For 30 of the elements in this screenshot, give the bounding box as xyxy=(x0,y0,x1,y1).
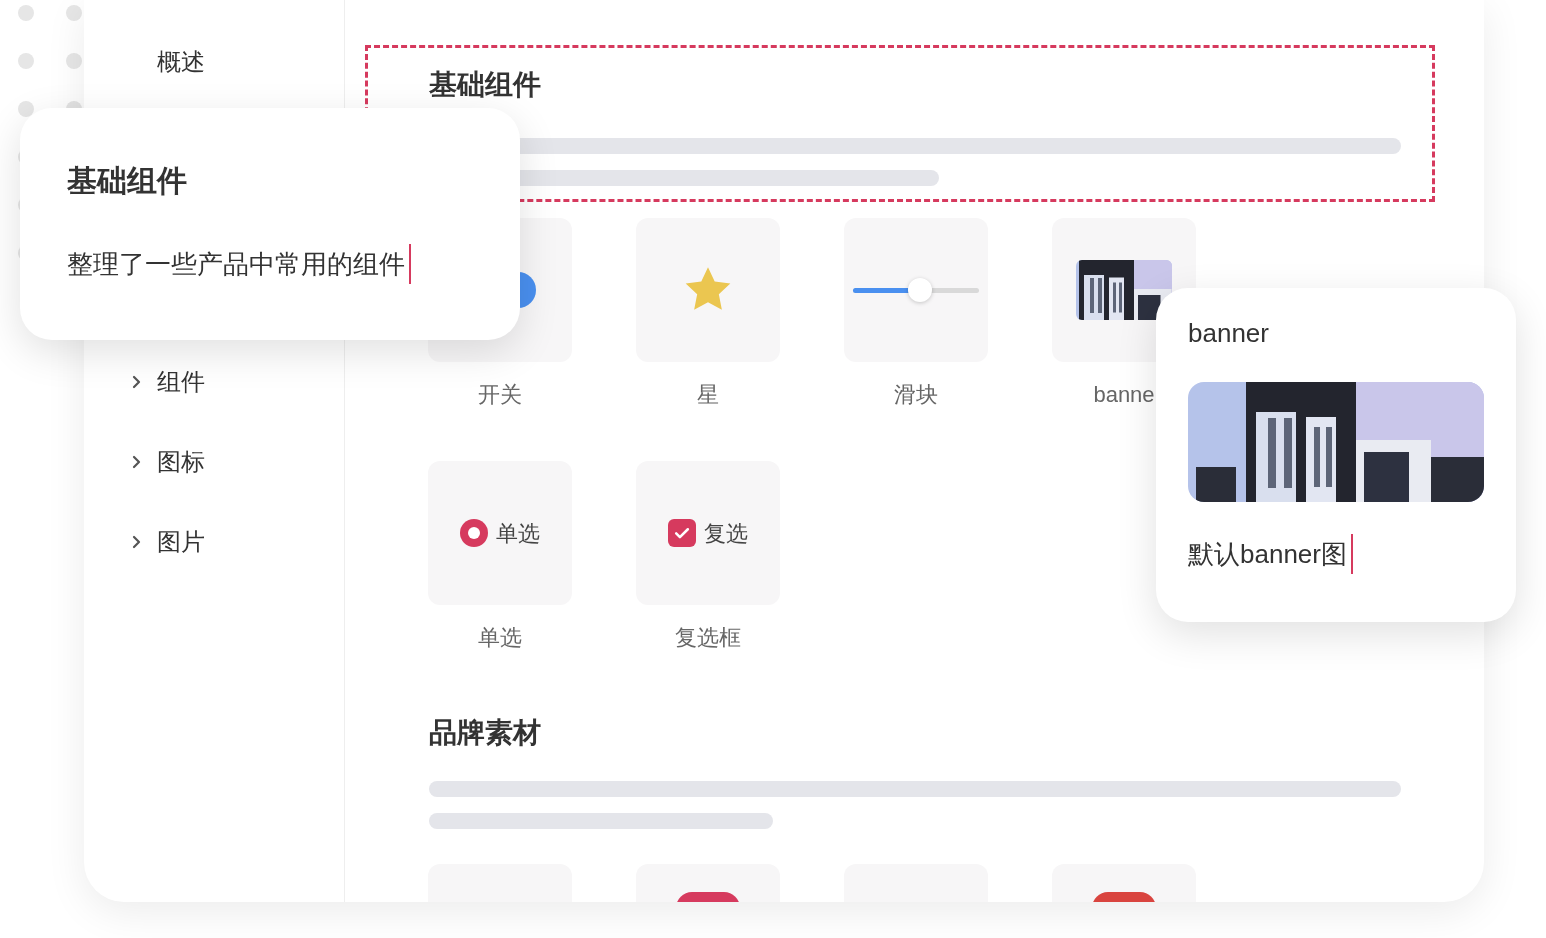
tile-label: 复选框 xyxy=(675,626,741,650)
checkbox-label: 复选 xyxy=(704,519,748,548)
sidebar-item[interactable]: 图标 xyxy=(157,444,205,480)
sidebar-item[interactable]: 概述 xyxy=(157,44,205,80)
chevron-right-icon xyxy=(131,455,141,469)
radio-label: 单选 xyxy=(496,519,540,548)
popover-text: 默认banner图 xyxy=(1188,538,1347,570)
component-tile[interactable] xyxy=(636,218,780,362)
section-title: 品牌素材 xyxy=(429,716,542,750)
popover-title: banner xyxy=(1188,317,1270,349)
sidebar-item[interactable]: 组件 xyxy=(157,364,205,400)
slider[interactable] xyxy=(853,278,979,302)
checkbox[interactable] xyxy=(668,519,696,547)
chevron-right-icon xyxy=(131,535,141,549)
tile-label: banne xyxy=(1093,383,1155,407)
component-tile[interactable]: 单选 xyxy=(428,461,572,605)
tile-label: 单选 xyxy=(478,626,522,650)
component-tile[interactable] xyxy=(844,218,988,362)
chevron-right-icon xyxy=(131,375,141,389)
tile-label: 开关 xyxy=(478,383,522,407)
radio-button[interactable] xyxy=(460,519,488,547)
popover-title: 基础组件 xyxy=(67,163,188,199)
tile-label: 星 xyxy=(697,383,719,407)
tile-label: 滑块 xyxy=(894,383,938,407)
component-tile[interactable]: 复选 xyxy=(636,461,780,605)
sidebar-item[interactable]: 图片 xyxy=(157,524,205,560)
text-cursor xyxy=(1350,534,1353,574)
text-cursor xyxy=(409,244,411,284)
popover-text: 整理了一些产品中常用的组件 xyxy=(67,248,405,280)
section-title: 基础组件 xyxy=(429,68,542,102)
